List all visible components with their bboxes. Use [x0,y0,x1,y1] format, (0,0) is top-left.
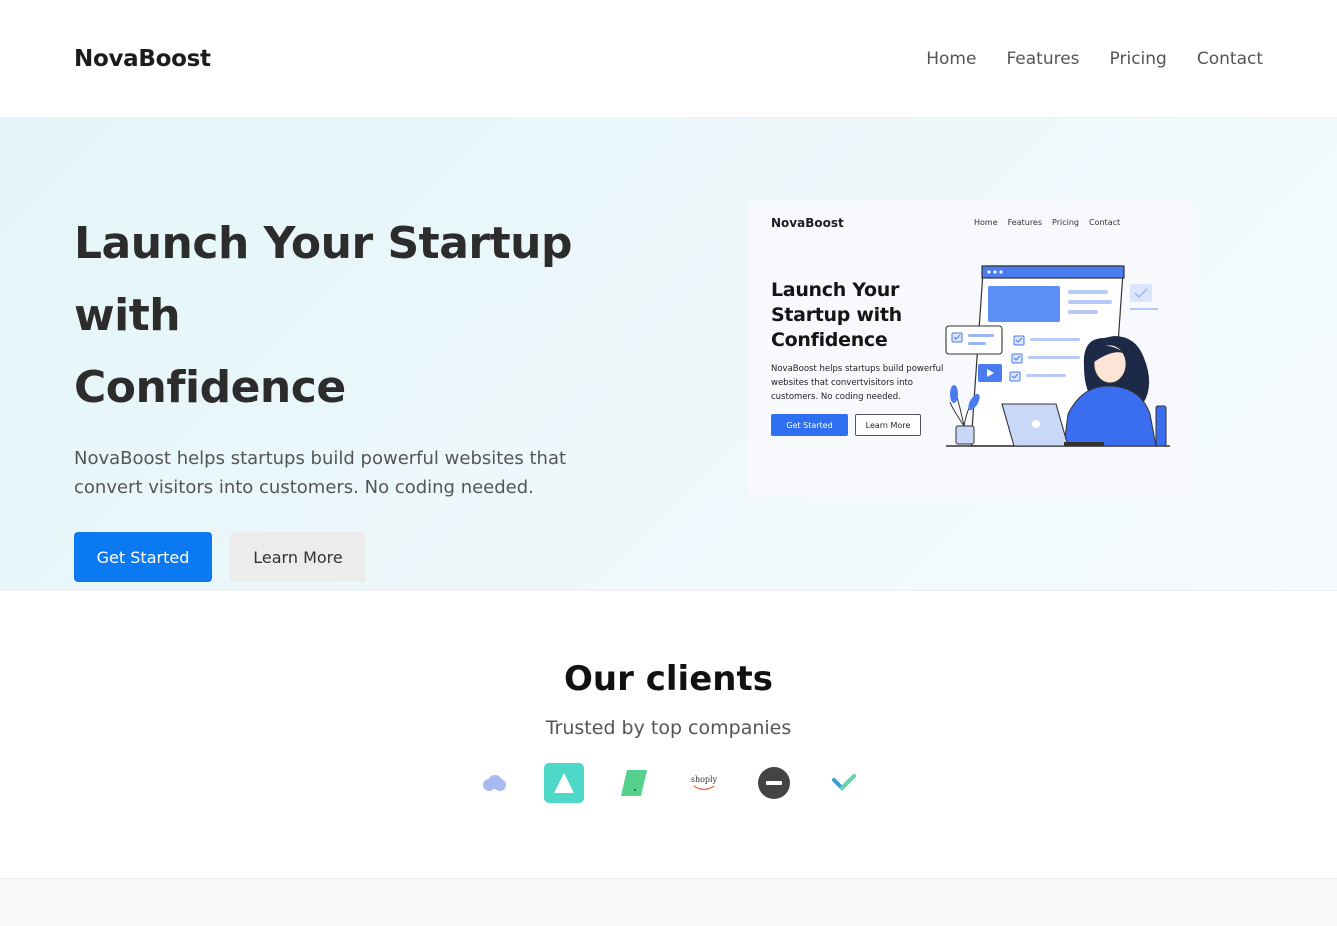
site-header: NovaBoost Home Features Pricing Contact [0,0,1337,118]
nav-contact[interactable]: Contact [1197,49,1263,69]
minus-circle-logo-icon [754,763,794,803]
triangle-logo-icon [543,763,584,803]
clients-section: Our clients Trusted by top companies sho… [0,590,1337,878]
woman-laptop-illustration [945,265,1170,447]
brand-logo[interactable]: NovaBoost [74,46,211,72]
preview-nav: Home Features Pricing Contact [974,218,1120,227]
shoply-logo-icon: shoply [684,763,724,803]
nav-pricing[interactable]: Pricing [1110,49,1167,69]
hero-subtitle: NovaBoost helps startups build powerful … [74,448,567,498]
hero-preview-image: NovaBoost Home Features Pricing Contact … [748,200,1194,498]
hero-section: Launch Your Startup with Confidence Nova… [0,118,1337,590]
preview-learn-more: Learn More [855,414,921,436]
cloud-logo-icon [474,763,514,803]
hero-title: Launch Your Startup with Confidence [74,208,674,424]
preview-brand: NovaBoost [771,216,844,230]
parallelogram-logo-icon [614,763,654,803]
preview-nav-home: Home [974,218,998,227]
clients-subtitle: Trusted by top companies [545,717,792,739]
preview-nav-contact: Contact [1089,218,1121,227]
main-nav: Home Features Pricing Contact [926,49,1263,69]
preview-nav-pricing: Pricing [1052,218,1079,227]
svg-text:shoply: shoply [690,775,717,784]
hero-title-line1: Launch Your Startup with [74,218,572,341]
get-started-button[interactable]: Get Started [74,532,212,582]
nav-features[interactable]: Features [1006,49,1079,69]
hero-content: Launch Your Startup with Confidence Nova… [74,208,674,582]
hero-buttons: Get Started Learn More [74,532,674,582]
checkmark-logo-icon [824,763,864,803]
preview-get-started: Get Started [771,414,848,436]
learn-more-button[interactable]: Learn More [230,532,366,582]
preview-subtitle: NovaBoost helps startups build powerful … [771,364,944,402]
clients-title: Our clients [564,659,773,699]
preview-title: Launch Your Startup with Confidence [771,279,902,351]
hero-title-line2: Confidence [74,362,346,413]
preview-nav-features: Features [1007,218,1043,227]
footer-strip [0,878,1337,926]
nav-home[interactable]: Home [926,49,976,69]
client-logos: shoply [0,761,1337,805]
